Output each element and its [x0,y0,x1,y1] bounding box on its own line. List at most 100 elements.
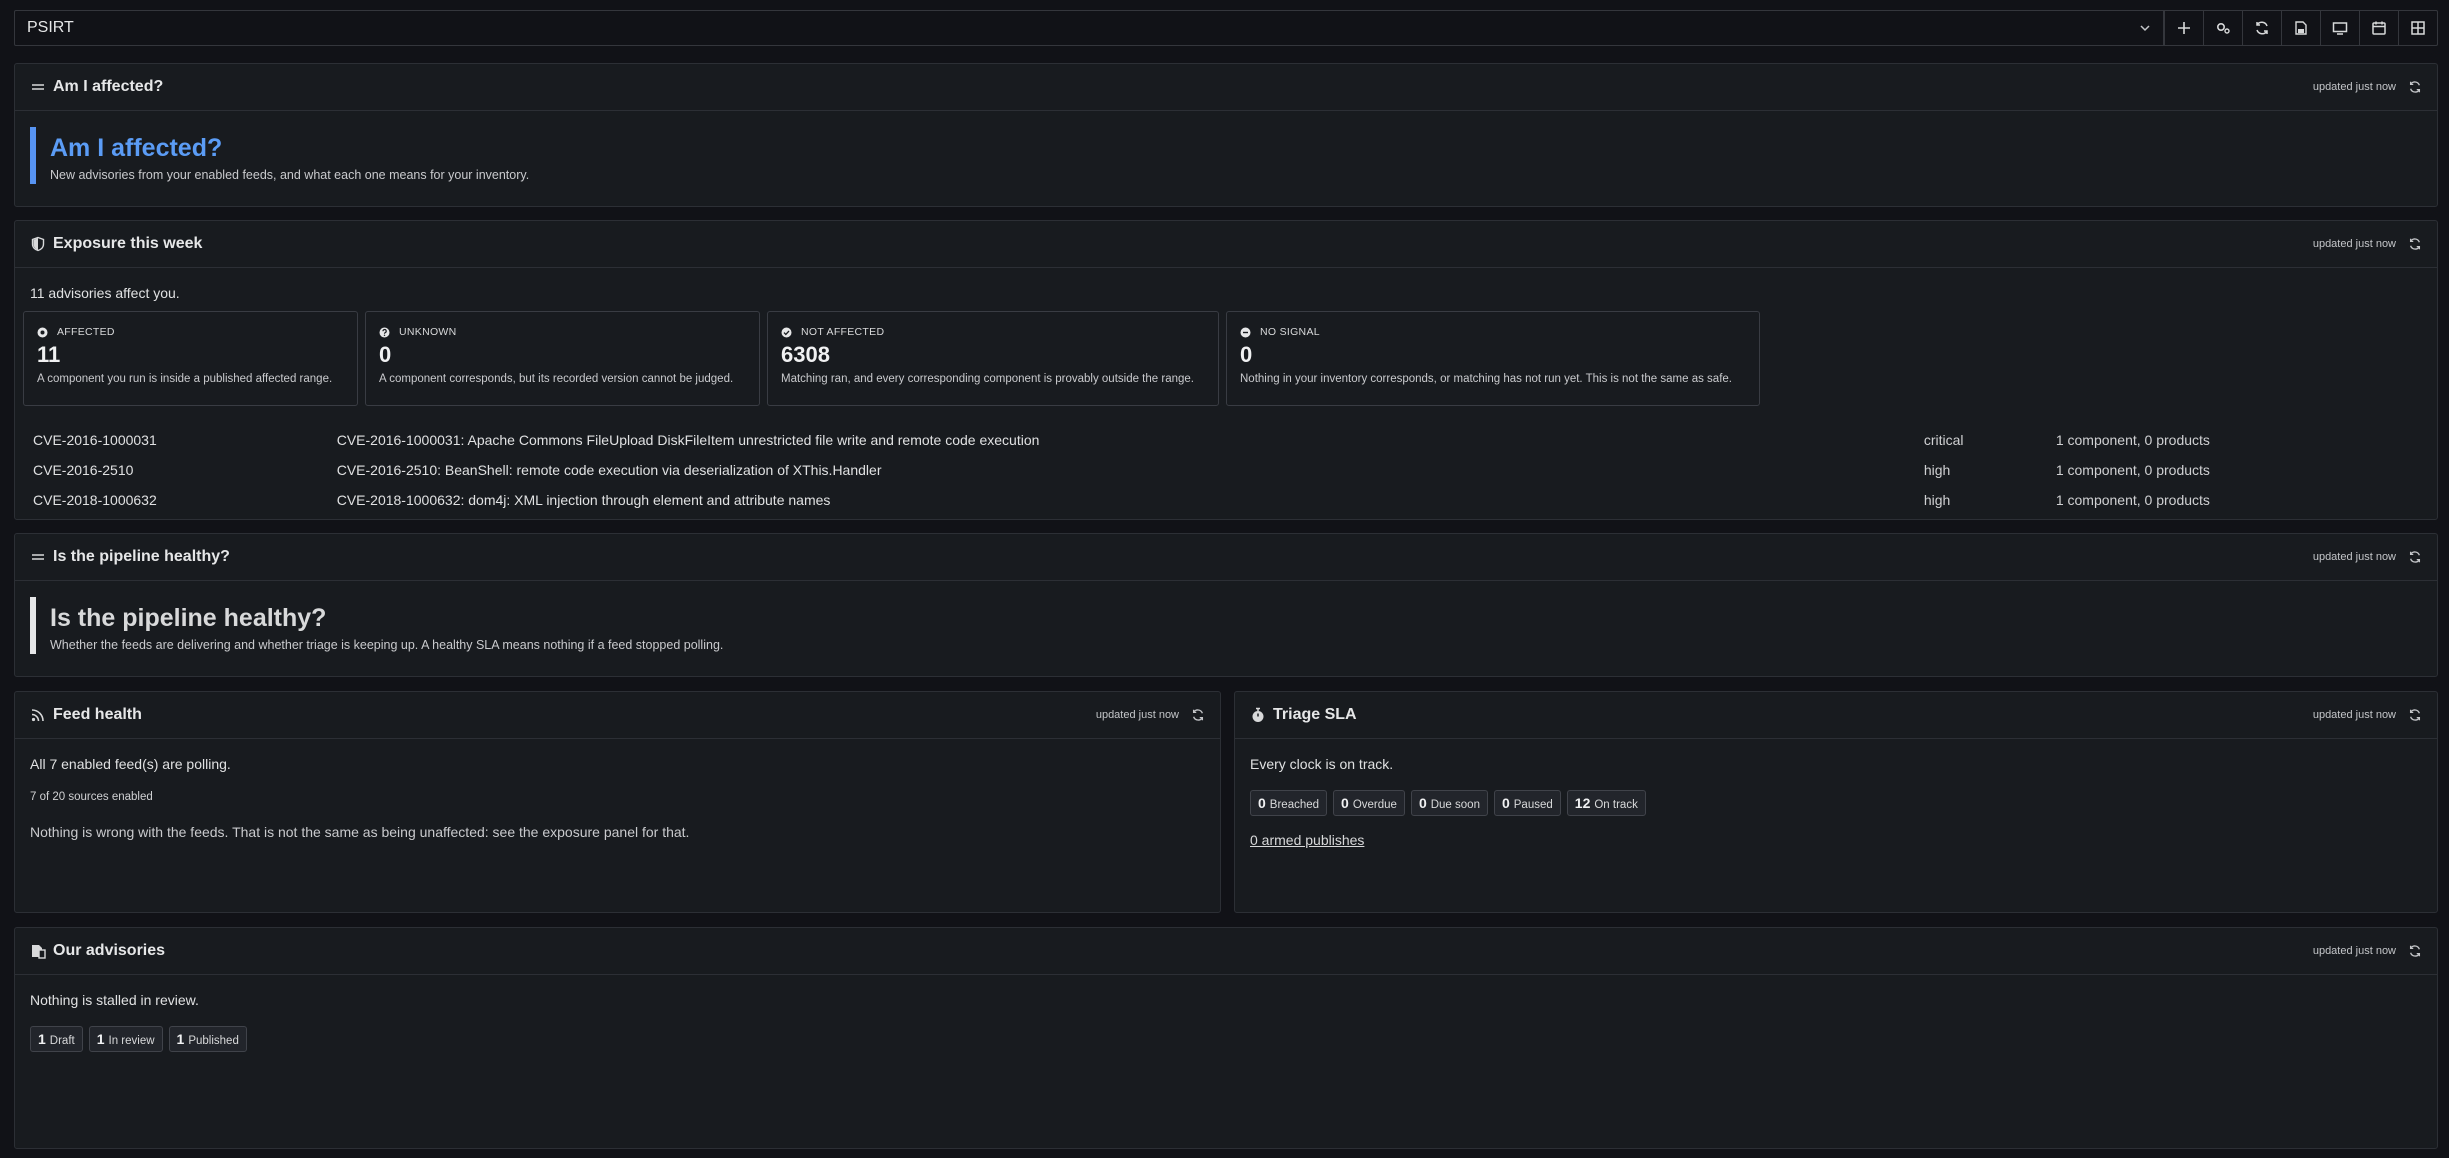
question-icon [379,327,390,338]
add-icon [2178,22,2190,34]
status-badge-in-review[interactable]: 1 In review [88,1026,163,1052]
cve-severity: high [1923,462,1951,478]
panel-feed-health: Feed health updated just now All 7 enabl… [14,691,1221,913]
refresh-icon[interactable] [2408,944,2422,958]
tv-mode-icon [2332,22,2348,35]
panel-title: Feed health [53,706,142,723]
advisories-summary: Nothing is stalled in review. [30,992,199,1008]
panel-our-advisories: Our advisories updated just now Nothing … [14,927,2438,1149]
armed-publishes-link[interactable]: 0 armed publishes [1250,832,1364,848]
updated-status: updated just now [1095,709,1179,721]
refresh-icon[interactable] [2408,237,2422,251]
cve-id: CVE-2018-1000632 [33,492,157,508]
rss-icon [30,707,46,723]
panel-title: Is the pipeline healthy? [53,548,230,565]
text-panel-icon [30,79,46,95]
grid-view-button[interactable] [2398,11,2437,45]
panel-header: Our advisories updated just now [15,928,2437,975]
cve-scope: 1 component, 0 products [2055,492,2210,508]
badge-count: 1 [96,1031,105,1047]
card-label: NOT AFFECTED [801,326,885,338]
updated-status: updated just now [2312,238,2396,250]
exposure-cards: AFFECTED 11 A component you run is insid… [23,311,1760,406]
panel-title: Triage SLA [1273,706,1357,723]
updated-status: updated just now [2312,709,2396,721]
badge-count: 0 [1418,795,1427,811]
card-value: 6308 [781,342,830,367]
badge-label: Paused [1513,799,1553,811]
settings-button[interactable] [2203,11,2242,45]
panel-header: Exposure this week updated just now [15,221,2437,268]
card-description: Matching ran, and every corresponding co… [781,373,1194,385]
refresh-icon[interactable] [1191,708,1205,722]
cve-id: CVE-2016-2510 [33,462,134,478]
card-label: NO SIGNAL [1260,326,1320,338]
panel-triage-sla: Triage SLA updated just now Every clock … [1234,691,2438,913]
card-affected[interactable]: AFFECTED 11 A component you run is insid… [23,311,358,406]
panel-pipeline-healthy: Is the pipeline healthy? updated just no… [14,533,2438,677]
tv-mode-button[interactable] [2320,11,2359,45]
section-banner: Is the pipeline healthy? Whether the fee… [30,597,2422,654]
banner-title: Is the pipeline healthy? [50,604,327,632]
add-panel-button[interactable] [2164,11,2203,45]
cve-scope: 1 component, 0 products [2055,462,2210,478]
check-icon [781,327,792,338]
cve-severity: critical [1923,432,1964,448]
cve-id: CVE-2016-1000031 [33,432,157,448]
card-description: A component corresponds, but its recorde… [379,373,734,385]
refresh-icon[interactable] [2408,550,2422,564]
updated-status: updated just now [2312,551,2396,563]
banner-subtitle: Whether the feeds are delivering and whe… [50,638,724,652]
sla-summary: Every clock is on track. [1250,756,1394,772]
table-row[interactable]: CVE-2016-2510 CVE-2016-2510: BeanShell: … [33,455,2433,485]
refresh-icon [2256,21,2268,35]
card-label: AFFECTED [57,326,115,338]
card-unknown[interactable]: UNKNOWN 0 A component corresponds, but i… [365,311,760,406]
dashboard-select-value: PSIRT [27,19,74,36]
badge-label: On track [1594,799,1638,811]
table-row[interactable]: CVE-2018-1000632 CVE-2018-1000632: dom4j… [33,485,2433,515]
badge-count: 0 [1258,795,1266,811]
status-badge-published[interactable]: 1 Published [168,1026,247,1052]
status-badge-draft[interactable]: 1 Draft [30,1026,83,1052]
refresh-button[interactable] [2242,11,2281,45]
text-panel-icon [30,549,46,565]
status-badge-breached[interactable]: 0 Breached [1250,790,1328,816]
card-value: 11 [37,342,61,367]
card-not-affected[interactable]: NOT AFFECTED 6308 Matching ran, and ever… [767,311,1219,406]
badge-label: Overdue [1352,799,1397,811]
dashboard-toolbar: PSIRT [14,10,2438,46]
badge-count: 0 [1341,795,1349,811]
calendar-button[interactable] [2359,11,2398,45]
card-value: 0 [379,342,392,367]
chevron-down-icon [2140,25,2150,32]
status-badge-paused[interactable]: 0 Paused [1493,790,1561,816]
feed-summary: All 7 enabled feed(s) are polling. [30,756,231,772]
refresh-icon[interactable] [2408,708,2422,722]
updated-status: updated just now [2312,81,2396,93]
badge-label: Due soon [1430,799,1480,811]
status-badge-on-track[interactable]: 12 On track [1566,790,1646,816]
card-no-signal[interactable]: NO SIGNAL 0 Nothing in your inventory co… [1226,311,1760,406]
advisory-table: CVE-2016-1000031 CVE-2016-1000031: Apach… [33,425,2433,515]
panel-header: Triage SLA updated just now [1235,692,2437,739]
panel-exposure: Exposure this week updated just now 11 a… [14,220,2438,520]
badge-label: Breached [1269,799,1320,811]
sla-pills: 0 Breached 0 Overdue 0 Due soon 0 Paused 12 O… [1250,790,1652,816]
panel-title: Exposure this week [53,235,203,252]
panel-title: Am I affected? [53,78,164,95]
status-badge-due-soon[interactable]: 0 Due soon [1410,790,1488,816]
table-row[interactable]: CVE-2016-1000031 CVE-2016-1000031: Apach… [33,425,2433,455]
updated-status: updated just now [2312,945,2396,957]
badge-count: 1 [176,1031,185,1047]
card-value: 0 [1240,342,1253,367]
card-description: A component you run is inside a publishe… [37,373,333,385]
card-description: Nothing in your inventory corresponds, o… [1240,373,1732,385]
badge-label: Draft [49,1035,75,1047]
refresh-icon[interactable] [2408,80,2422,94]
document-stack-icon [30,943,46,959]
banner-subtitle: New advisories from your enabled feeds, … [50,168,530,182]
save-button[interactable] [2281,11,2320,45]
dashboard-select[interactable]: PSIRT [15,11,2164,45]
status-badge-overdue[interactable]: 0 Overdue [1333,790,1405,816]
